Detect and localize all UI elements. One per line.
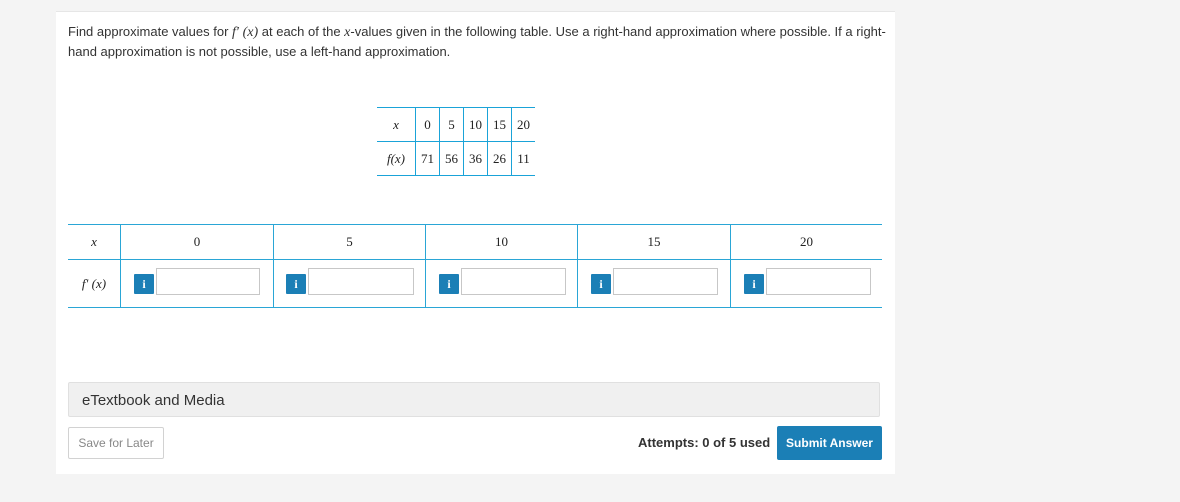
given-x-value: 20 <box>511 107 535 142</box>
grid-x-value: 20 <box>800 234 813 249</box>
question-part: Find approximate values for <box>68 24 233 39</box>
given-values-table: x 0 5 10 15 20 f(x) 71 56 36 26 11 <box>377 107 535 176</box>
given-x-row: x 0 5 10 15 20 <box>377 107 535 142</box>
given-x-value: 15 <box>487 107 512 142</box>
question-part: at each of the <box>258 24 345 39</box>
info-icon[interactable]: i <box>744 274 764 294</box>
fprime-answer-input-10[interactable] <box>461 268 566 295</box>
given-f-value: 71 <box>415 141 440 176</box>
grid-x-value: 10 <box>495 234 508 249</box>
fprime-answer-input-20[interactable] <box>766 268 871 295</box>
save-for-later-button[interactable]: Save for Later <box>68 427 164 459</box>
answer-grid: x f′ (x) 0 5 10 15 20 i i i i i <box>68 224 882 308</box>
fprime-answer-input-0[interactable] <box>156 268 260 295</box>
submit-answer-button[interactable]: Submit Answer <box>777 426 882 460</box>
grid-divider <box>68 259 882 260</box>
given-f-label: f(x) <box>377 141 416 176</box>
fprime-answer-input-15[interactable] <box>613 268 718 295</box>
etextbook-media-label: eTextbook and Media <box>82 392 225 409</box>
info-icon[interactable]: i <box>134 274 154 294</box>
question-text: Find approximate values for f′ (x) at ea… <box>68 22 888 61</box>
grid-fprime-label: f′ (x) <box>81 276 107 291</box>
grid-x-value: 0 <box>193 234 201 249</box>
given-x-label: x <box>377 107 416 142</box>
given-x-value: 5 <box>439 107 464 142</box>
etextbook-media-panel[interactable]: eTextbook and Media <box>68 382 880 417</box>
fprime-symbol: f′ <box>232 25 239 40</box>
grid-x-label: x <box>91 234 97 249</box>
grid-x-value: 5 <box>346 234 353 249</box>
given-x-value: 0 <box>415 107 440 142</box>
given-f-value: 36 <box>463 141 488 176</box>
grid-x-value: 15 <box>647 234 661 249</box>
info-icon[interactable]: i <box>439 274 459 294</box>
info-icon[interactable]: i <box>286 274 306 294</box>
given-f-value: 26 <box>487 141 512 176</box>
given-x-value: 10 <box>463 107 488 142</box>
given-f-value: 11 <box>511 141 535 176</box>
fprime-answer-input-5[interactable] <box>308 268 414 295</box>
given-f-value: 56 <box>439 141 464 176</box>
attempts-counter: Attempts: 0 of 5 used <box>638 435 771 450</box>
info-icon[interactable]: i <box>591 274 611 294</box>
x-argument: (x) <box>242 25 259 40</box>
given-f-row: f(x) 71 56 36 26 11 <box>377 141 535 176</box>
